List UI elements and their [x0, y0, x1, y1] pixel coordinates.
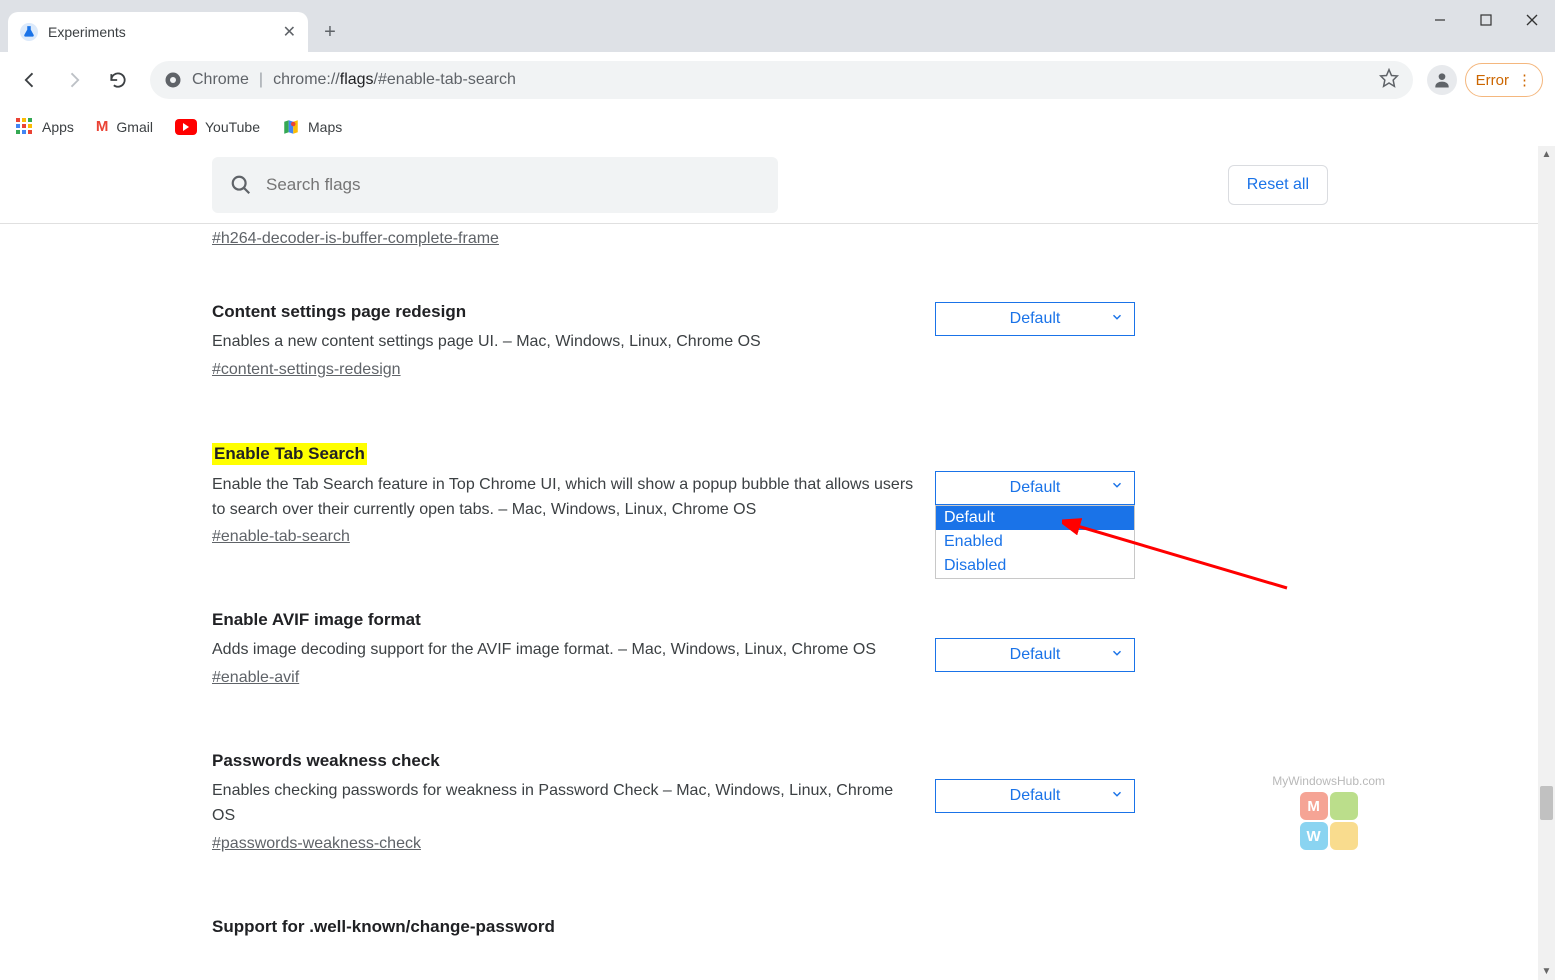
close-window-button[interactable]: [1509, 0, 1555, 40]
minimize-button[interactable]: [1417, 0, 1463, 40]
back-button[interactable]: [12, 62, 48, 98]
scroll-up-button[interactable]: ▲: [1538, 146, 1555, 163]
flag-description: Enables checking passwords for weakness …: [212, 779, 916, 829]
flag-hash-link[interactable]: #h264-decoder-is-buffer-complete-frame: [212, 230, 499, 248]
maximize-button[interactable]: [1463, 0, 1509, 40]
browser-tab[interactable]: Experiments ✕: [8, 12, 308, 52]
close-icon[interactable]: ✕: [283, 22, 296, 42]
flag-dropdown[interactable]: Default: [935, 779, 1135, 813]
flag-dropdown[interactable]: Default: [935, 471, 1135, 505]
bookmark-gmail[interactable]: M Gmail: [96, 118, 153, 135]
search-flags-box[interactable]: [212, 157, 778, 213]
flag-description: Adds image decoding support for the AVIF…: [212, 638, 916, 663]
flag-hash-link[interactable]: #enable-tab-search: [212, 528, 350, 546]
chevron-down-icon: [1110, 646, 1124, 665]
menu-dots-icon: ⋮: [1517, 71, 1532, 89]
dropdown-option[interactable]: Default: [936, 506, 1134, 530]
update-error-button[interactable]: Error ⋮: [1465, 63, 1543, 97]
chevron-down-icon: [1110, 787, 1124, 806]
search-flags-input[interactable]: [266, 175, 760, 195]
maps-icon: [282, 118, 300, 136]
scroll-thumb[interactable]: [1540, 786, 1553, 820]
dropdown-option[interactable]: Enabled: [936, 530, 1134, 554]
reset-all-button[interactable]: Reset all: [1228, 165, 1328, 205]
flag-dropdown[interactable]: Default: [935, 302, 1135, 336]
flag-title: Support for .well-known/change-password: [212, 917, 555, 937]
vertical-scrollbar[interactable]: ▲ ▼: [1538, 146, 1555, 980]
chevron-down-icon: [1110, 478, 1124, 497]
flag-title: Passwords weakness check: [212, 751, 440, 771]
window-controls: [1417, 0, 1555, 40]
bookmark-maps[interactable]: Maps: [282, 118, 342, 136]
gmail-icon: M: [96, 118, 109, 135]
search-icon: [230, 174, 252, 196]
chrome-icon: [164, 71, 182, 89]
tab-title: Experiments: [48, 24, 273, 40]
flag-item: Passwords weakness check Enables checkin…: [212, 751, 1136, 853]
flag-dropdown[interactable]: Default: [935, 638, 1135, 672]
flag-item: Enable Tab Search Enable the Tab Search …: [212, 443, 1136, 547]
flag-item: Support for .well-known/change-password: [212, 917, 1136, 945]
chevron-down-icon: [1110, 310, 1124, 329]
bookmark-youtube[interactable]: YouTube: [175, 119, 260, 135]
dropdown-options: Default Enabled Disabled: [935, 505, 1135, 579]
dropdown-option[interactable]: Disabled: [936, 554, 1134, 578]
scroll-down-button[interactable]: ▼: [1538, 963, 1555, 980]
flag-hash-link[interactable]: #enable-avif: [212, 669, 299, 687]
flag-description: Enables a new content settings page UI. …: [212, 330, 916, 355]
page-content: Reset all #h264-decoder-is-buffer-comple…: [0, 146, 1538, 980]
flag-title: Content settings page redesign: [212, 302, 466, 322]
toolbar: Chrome | chrome://flags/#enable-tab-sear…: [0, 52, 1555, 108]
flag-title: Enable Tab Search: [212, 443, 367, 465]
flag-item: Enable AVIF image format Adds image deco…: [212, 610, 1136, 687]
apps-shortcut[interactable]: Apps: [16, 118, 74, 136]
reload-button[interactable]: [100, 62, 136, 98]
flag-description: Enable the Tab Search feature in Top Chr…: [212, 473, 916, 523]
flag-hash-link[interactable]: #content-settings-redesign: [212, 361, 401, 379]
tab-strip: Experiments ✕ +: [0, 0, 1555, 52]
new-tab-button[interactable]: +: [314, 16, 346, 48]
star-icon[interactable]: [1379, 68, 1399, 93]
url-text: Chrome | chrome://flags/#enable-tab-sear…: [192, 71, 516, 89]
bookmarks-bar: Apps M Gmail YouTube Maps: [0, 108, 1555, 146]
flag-title: Enable AVIF image format: [212, 610, 421, 630]
youtube-icon: [175, 119, 197, 135]
flags-list: #h264-decoder-is-buffer-complete-frame C…: [212, 224, 1136, 945]
flask-icon: [20, 23, 38, 41]
flag-item: Content settings page redesign Enables a…: [212, 302, 1136, 379]
error-label: Error: [1476, 72, 1509, 89]
address-bar[interactable]: Chrome | chrome://flags/#enable-tab-sear…: [150, 61, 1413, 99]
flag-hash-link[interactable]: #passwords-weakness-check: [212, 835, 421, 853]
forward-button[interactable]: [56, 62, 92, 98]
profile-avatar[interactable]: [1427, 65, 1457, 95]
apps-grid-icon: [16, 118, 34, 136]
flags-header: Reset all: [0, 146, 1538, 224]
